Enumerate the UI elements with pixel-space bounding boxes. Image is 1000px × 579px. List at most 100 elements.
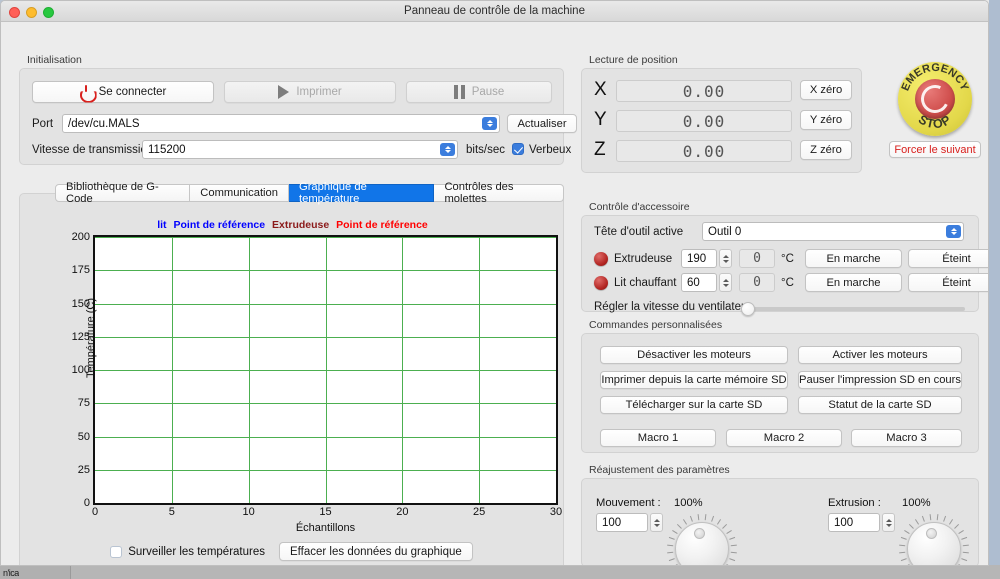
baud-select[interactable]: 115200 — [142, 140, 458, 159]
zero-x-button[interactable]: X zéro — [800, 80, 852, 100]
accessory-control-group: Contrôle d'accessoire Tête d'outil activ… — [581, 202, 979, 312]
chart-gridline-v — [479, 237, 480, 503]
monitor-temperatures-row[interactable]: Surveiller les températures — [110, 546, 265, 558]
fan-speed-slider-track[interactable] — [747, 307, 965, 311]
chart-x-tick: 0 — [92, 506, 98, 518]
extruder-target-input[interactable]: 190 — [681, 249, 717, 268]
screen: n'ica Panneau de contrôle de la machine … — [0, 0, 1000, 579]
tab-jog-controls-label: Contrôles des molettes — [444, 181, 553, 205]
tab-gcode-library[interactable]: Bibliothèque de G-Code — [55, 184, 190, 202]
taskbar-text: n'ica — [3, 568, 19, 579]
movement-knob-indicator — [694, 528, 705, 539]
monitor-temperatures-checkbox[interactable] — [110, 546, 122, 558]
extruder-target-value: 190 — [687, 253, 706, 265]
tab-communication[interactable]: Communication — [190, 184, 289, 202]
minimize-icon[interactable] — [26, 7, 37, 18]
emergency-stop-text: EMERGENCY STOP — [898, 62, 972, 136]
accessory-control-box: Tête d'outil active Outil 0 Extrudeuse 1… — [581, 215, 979, 312]
extrusion-value: 100 — [834, 517, 853, 529]
port-value: /dev/cu.MALS — [68, 118, 140, 130]
emergency-stop-button[interactable]: EMERGENCY STOP — [898, 62, 972, 136]
custom-commands-box: Désactiver les moteurs Activer les moteu… — [581, 333, 979, 453]
tab-communication-label: Communication — [200, 187, 278, 199]
enable-motors-label: Activer les moteurs — [832, 349, 927, 361]
axis-label-x: X — [594, 79, 607, 101]
enable-motors-button[interactable]: Activer les moteurs — [798, 346, 962, 364]
chevron-updown-icon[interactable] — [946, 225, 961, 238]
toolhead-value: Outil 0 — [708, 226, 741, 238]
toolhead-label: Tête d'outil active — [594, 226, 683, 238]
legend-item-extruder: Extrudeuse — [272, 219, 329, 231]
bed-target-value: 60 — [687, 277, 700, 289]
bed-target-stepper[interactable] — [719, 273, 732, 292]
connect-button[interactable]: Se connecter — [32, 81, 214, 103]
bed-target-input[interactable]: 60 — [681, 273, 717, 292]
fan-speed-slider-knob[interactable] — [741, 302, 755, 316]
chevron-updown-icon[interactable] — [440, 143, 455, 156]
extrusion-label: Extrusion : — [828, 497, 881, 509]
clear-graph-label: Effacer les données du graphique — [290, 546, 462, 558]
position-value-y: 0.00 — [616, 110, 792, 132]
print-from-sd-button[interactable]: Imprimer depuis la carte mémoire SD — [600, 371, 788, 389]
tab-bar: Bibliothèque de G-Code Communication Gra… — [55, 184, 564, 202]
upload-to-sd-button[interactable]: Télécharger sur la carte SD — [600, 396, 788, 414]
power-icon — [80, 86, 93, 99]
print-button[interactable]: Imprimer — [224, 81, 396, 103]
chart-x-tick: 25 — [473, 506, 485, 518]
pause-button[interactable]: Pause — [406, 81, 552, 103]
zero-z-button[interactable]: Z zéro — [800, 140, 852, 160]
chart-y-tick: 50 — [78, 431, 90, 443]
bed-on-label: En marche — [826, 277, 880, 289]
chart-y-tick: 100 — [72, 364, 90, 376]
macro-2-button[interactable]: Macro 2 — [726, 429, 842, 447]
bed-off-label: Éteint — [942, 277, 971, 289]
zero-z-label: Z zéro — [810, 144, 842, 156]
clear-graph-button[interactable]: Effacer les données du graphique — [279, 542, 473, 561]
window-traffic-lights[interactable] — [9, 7, 54, 18]
pause-button-label: Pause — [472, 86, 505, 98]
tab-temperature-graph[interactable]: Graphique de température — [289, 184, 434, 202]
force-next-button[interactable]: Forcer le suivant — [889, 141, 981, 158]
pause-sd-print-label: Pauser l'impression SD en cours — [799, 374, 961, 386]
tab-content-temperature: lit Point de référence Extrudeuse Point … — [19, 193, 564, 566]
tab-gcode-library-label: Bibliothèque de G-Code — [66, 181, 179, 205]
tab-jog-controls[interactable]: Contrôles des molettes — [434, 184, 564, 202]
macro-2-label: Macro 2 — [764, 432, 804, 444]
toolhead-select[interactable]: Outil 0 — [702, 222, 964, 241]
maximize-icon[interactable] — [43, 7, 54, 18]
bed-off-button[interactable]: Éteint — [908, 273, 989, 292]
disable-motors-button[interactable]: Désactiver les moteurs — [600, 346, 788, 364]
bed-on-button[interactable]: En marche — [805, 273, 902, 292]
extruder-on-button[interactable]: En marche — [805, 249, 902, 268]
bed-label: Lit chauffant — [614, 277, 676, 289]
initialisation-title: Initialisation — [27, 54, 82, 66]
close-icon[interactable] — [9, 7, 20, 18]
extruder-target-stepper[interactable] — [719, 249, 732, 268]
chart-y-tick: 175 — [72, 264, 90, 276]
pause-sd-print-button[interactable]: Pauser l'impression SD en cours — [798, 371, 962, 389]
extrusion-input[interactable]: 100 — [828, 513, 880, 532]
machine-control-window: Panneau de contrôle de la machine Initia… — [0, 0, 989, 566]
verbose-checkbox[interactable] — [512, 143, 524, 155]
refresh-ports-button[interactable]: Actualiser — [507, 114, 577, 133]
zero-y-button[interactable]: Y zéro — [800, 110, 852, 130]
macro-3-button[interactable]: Macro 3 — [851, 429, 962, 447]
pause-icon — [454, 85, 465, 99]
sd-status-button[interactable]: Statut de la carte SD — [798, 396, 962, 414]
initialisation-group: Initialisation Se connecter Imprimer Pau… — [19, 55, 564, 165]
chart-x-tick: 15 — [319, 506, 331, 518]
chart-x-tick: 20 — [396, 506, 408, 518]
chart-x-tick: 10 — [243, 506, 255, 518]
movement-input[interactable]: 100 — [596, 513, 648, 532]
position-readout-group: Lecture de position X 0.00 X zéro Y 0.00… — [581, 55, 862, 173]
extruder-label: Extrudeuse — [614, 253, 672, 265]
position-value-z: 0.00 — [616, 140, 792, 162]
chart-x-tick: 30 — [550, 506, 562, 518]
extruder-off-button[interactable]: Éteint — [908, 249, 989, 268]
zero-y-label: Y zéro — [810, 114, 842, 126]
movement-label: Mouvement : — [596, 497, 661, 509]
macro-1-button[interactable]: Macro 1 — [600, 429, 716, 447]
chart-legend: lit Point de référence Extrudeuse Point … — [20, 219, 565, 231]
chevron-updown-icon[interactable] — [482, 117, 497, 130]
port-select[interactable]: /dev/cu.MALS — [62, 114, 500, 133]
